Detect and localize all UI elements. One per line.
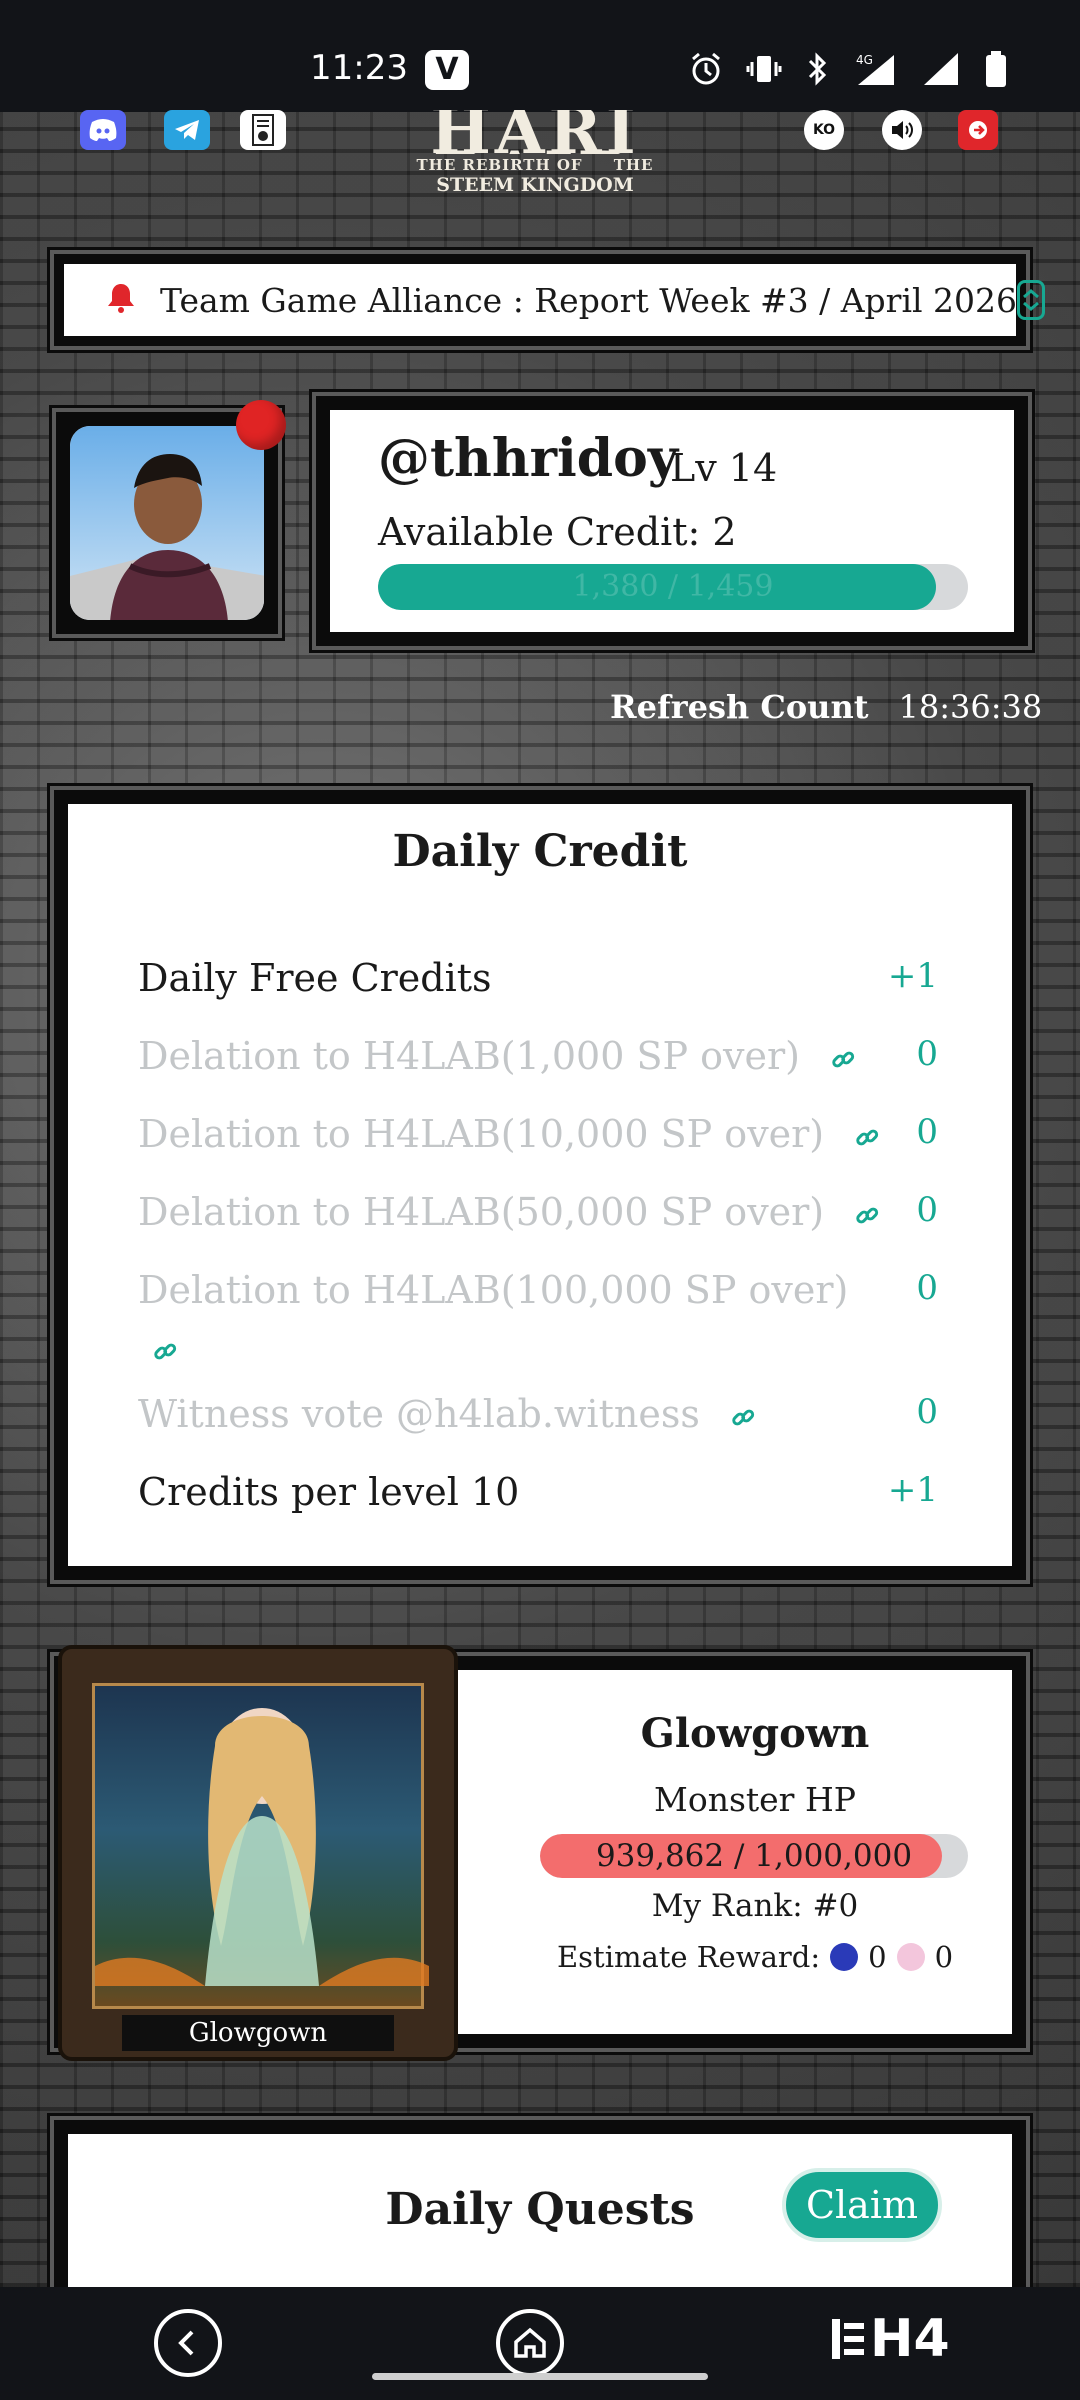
link-icon[interactable] xyxy=(854,1116,880,1160)
signal-4g-icon: 4G xyxy=(856,53,894,85)
logo-subtitle: THE REBIRTH OF THE xyxy=(416,156,654,174)
credit-row: Delation to H4LAB(1,000 SP over) 0 xyxy=(138,1034,938,1082)
logout-icon[interactable] xyxy=(958,110,998,150)
logo-subtitle-2: STEEM KINGDOM xyxy=(436,174,634,196)
back-button[interactable] xyxy=(154,2309,222,2377)
credit-row: Credits per level 10 +1 xyxy=(138,1470,938,1514)
credit-row: Witness vote @h4lab.witness 0 xyxy=(138,1392,938,1440)
link-icon[interactable] xyxy=(830,1038,856,1082)
experience-text: 1,380 / 1,459 xyxy=(572,569,774,604)
clock: 11:23 xyxy=(310,48,408,88)
gesture-bar[interactable] xyxy=(372,2373,708,2380)
announcement-bar: Team Game Alliance : Report Week #3 / Ap… xyxy=(50,250,1046,350)
username: @thhridoy xyxy=(378,428,679,489)
announcement-text[interactable]: Team Game Alliance : Report Week #3 / Ap… xyxy=(160,281,1017,320)
navigation-bar: H4 xyxy=(0,2287,1080,2400)
claim-button[interactable]: Claim xyxy=(782,2168,942,2242)
link-icon[interactable] xyxy=(152,1330,178,1374)
refresh-label: Refresh Count xyxy=(610,688,869,726)
app-notification-badge: V xyxy=(425,50,469,90)
credit-row: Delation to H4LAB(50,000 SP over) 0 xyxy=(138,1190,938,1238)
signal-icon xyxy=(924,53,958,85)
monster-hp-text: 939,862 / 1,000,000 xyxy=(595,1838,913,1874)
link-icon[interactable] xyxy=(854,1194,880,1238)
h4-brand-button[interactable]: H4 xyxy=(830,2309,950,2369)
monster-card-name: Glowgown xyxy=(122,2015,394,2051)
home-icon xyxy=(514,2327,546,2358)
credit-row: Delation to H4LAB(100,000 SP over) 0 xyxy=(138,1268,938,1374)
bell-icon xyxy=(104,281,138,319)
credit-value: 0 xyxy=(916,1034,938,1074)
language-ko-button[interactable]: KO xyxy=(804,110,844,150)
announcement-toggle-icon[interactable] xyxy=(1017,280,1046,320)
discord-icon[interactable] xyxy=(80,110,126,150)
alarm-icon xyxy=(692,52,720,85)
home-button[interactable] xyxy=(496,2309,564,2377)
vibrate-icon xyxy=(746,56,782,82)
sound-icon[interactable] xyxy=(882,110,922,150)
telegram-icon[interactable] xyxy=(164,110,210,150)
token-coin-icon xyxy=(896,1943,925,1971)
monster-card[interactable]: Glowgown xyxy=(58,1645,458,2061)
credit-value: 0 xyxy=(916,1268,938,1308)
monster-hp-label: Monster HP xyxy=(654,1780,856,1819)
level: Lv 14 xyxy=(670,446,778,490)
credit-value: 0 xyxy=(916,1112,938,1152)
credit-value: 0 xyxy=(916,1190,938,1230)
my-rank: My Rank: #0 xyxy=(651,1888,859,1924)
game-logo: HARI RAID THE REBIRTH OF THE STEEM KINGD… xyxy=(320,110,750,196)
profile-panel: @thhridoy Lv 14 Available Credit: 2 1,38… xyxy=(312,392,1032,650)
experience-bar: 1,380 / 1,459 xyxy=(378,564,968,610)
chevron-left-icon xyxy=(178,2330,194,2356)
available-credit: Available Credit: 2 xyxy=(378,510,737,554)
monster-name: Glowgown xyxy=(640,1710,870,1757)
link-icon[interactable] xyxy=(730,1396,756,1440)
credit-value: 0 xyxy=(916,1392,938,1432)
credit-row: Delation to H4LAB(10,000 SP over) 0 xyxy=(138,1112,938,1160)
estimate-reward: Estimate Reward: 0 0 xyxy=(556,1940,954,1974)
daily-credit-panel: Daily Credit Daily Free Credits +1 Delat… xyxy=(50,786,1030,1584)
notification-dot[interactable] xyxy=(236,400,286,450)
monster-hp-bar: 939,862 / 1,000,000 xyxy=(540,1834,968,1878)
credit-value: +1 xyxy=(887,956,938,996)
svg-text:4G: 4G xyxy=(856,53,873,67)
credit-value: +1 xyxy=(887,1470,938,1510)
monster-card-art xyxy=(92,1683,429,2009)
steem-coin-icon xyxy=(830,1943,859,1971)
refresh-count: Refresh Count 18:36:38 xyxy=(610,688,1042,726)
battery-icon xyxy=(986,51,1006,87)
h4-menu-icon xyxy=(832,2319,864,2359)
bluetooth-icon xyxy=(808,52,827,86)
avatar[interactable] xyxy=(70,426,264,620)
logo-title: HARI RAID xyxy=(430,110,640,154)
credit-row: Daily Free Credits +1 xyxy=(138,956,938,1000)
bug-report-icon[interactable] xyxy=(240,110,286,150)
daily-credit-title: Daily Credit xyxy=(392,826,688,877)
refresh-timer: 18:36:38 xyxy=(898,688,1043,726)
status-bar: 11:23 V 4G xyxy=(0,0,1080,112)
status-icons: 4G xyxy=(688,50,1008,88)
